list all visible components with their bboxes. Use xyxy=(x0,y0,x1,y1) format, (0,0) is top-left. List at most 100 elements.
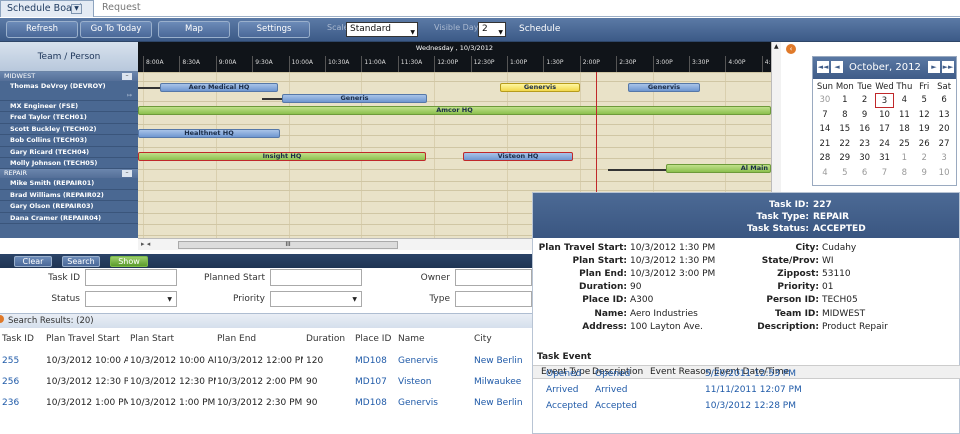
calendar-day[interactable]: 20 xyxy=(934,122,954,137)
results-col-header[interactable]: City xyxy=(474,331,492,347)
collapse-calendar-icon[interactable]: ‹ xyxy=(786,44,796,54)
event-col-reason[interactable]: Event Reason xyxy=(650,366,711,379)
calendar-day[interactable]: 5 xyxy=(835,166,855,181)
priority-select[interactable]: ▼ xyxy=(270,291,362,307)
next-month-icon[interactable]: ► xyxy=(928,61,940,73)
event-bar[interactable]: Generis xyxy=(282,94,427,103)
tab-request[interactable]: Request xyxy=(96,0,147,17)
group-row[interactable]: MIDWEST – xyxy=(0,72,138,81)
planned-start-input[interactable] xyxy=(270,269,362,286)
results-cell[interactable]: MD107 xyxy=(355,376,395,388)
calendar-day[interactable]: 25 xyxy=(894,137,914,152)
calendar-day[interactable]: 16 xyxy=(855,122,875,137)
show-button[interactable]: Show xyxy=(110,256,148,267)
scroll-thumb[interactable]: III xyxy=(178,241,398,249)
calendar-day[interactable]: 19 xyxy=(914,122,934,137)
calendar-day[interactable]: 22 xyxy=(835,137,855,152)
task-id-input[interactable] xyxy=(85,269,177,286)
calendar-day[interactable]: 7 xyxy=(875,166,895,181)
clear-button[interactable]: Clear xyxy=(14,256,52,267)
calendar-day[interactable]: 21 xyxy=(815,137,835,152)
person-row[interactable]: Gary Olson (REPAIR03) xyxy=(0,201,138,213)
person-row[interactable]: Thomas DeVroy (DEVROY) ↦ xyxy=(0,81,138,101)
visible-days-select[interactable]: 2 ▼ xyxy=(478,22,506,37)
calendar-day[interactable]: 10 xyxy=(934,166,954,181)
results-cell[interactable]: New Berlin xyxy=(474,355,532,367)
event-bar[interactable]: Visteon HQ xyxy=(463,152,573,161)
group-row[interactable]: REPAIR – xyxy=(0,169,138,179)
scroll-left-icon[interactable]: ▸ ◂ xyxy=(141,240,150,248)
results-col-header[interactable]: Plan End xyxy=(217,331,256,347)
calendar-day[interactable]: 29 xyxy=(835,151,855,166)
calendar-day[interactable]: 28 xyxy=(815,151,835,166)
results-cell[interactable]: Genervis xyxy=(398,355,470,367)
calendar-day[interactable]: 17 xyxy=(875,122,895,137)
calendar-day[interactable]: 2 xyxy=(855,93,875,108)
event-bar[interactable]: Genervis xyxy=(500,83,580,92)
refresh-button[interactable]: Refresh xyxy=(6,21,78,38)
calendar-day[interactable]: 14 xyxy=(815,122,835,137)
event-bar[interactable]: Healthnet HQ xyxy=(138,129,280,138)
person-row[interactable]: MX Engineer (FSE) xyxy=(0,101,138,113)
results-col-header[interactable]: Plan Start xyxy=(130,331,174,347)
calendar-day[interactable]: 15 xyxy=(835,122,855,137)
calendar-day[interactable]: 23 xyxy=(855,137,875,152)
results-cell[interactable]: 236 xyxy=(2,397,42,409)
results-col-header[interactable]: Task ID xyxy=(2,331,34,347)
person-row[interactable]: Bob Collins (TECH03) xyxy=(0,135,138,147)
event-bar[interactable]: Al Main xyxy=(666,164,771,173)
map-button[interactable]: Map xyxy=(158,21,230,38)
owner-input[interactable] xyxy=(455,269,532,286)
person-row[interactable]: Mike Smith (REPAIR01) xyxy=(0,178,138,190)
scroll-up-icon[interactable]: ▲ xyxy=(774,43,779,50)
results-cell[interactable]: Genervis xyxy=(398,397,470,409)
scale-select[interactable]: Standard ▼ xyxy=(346,22,418,37)
results-cell[interactable]: Visteon xyxy=(398,376,470,388)
event-bar[interactable]: Genervis xyxy=(628,83,700,92)
calendar-day[interactable]: 12 xyxy=(914,108,934,123)
calendar-day[interactable]: 30 xyxy=(815,93,835,108)
type-select[interactable] xyxy=(455,291,532,307)
calendar-day[interactable]: 2 xyxy=(914,151,934,166)
event-bar[interactable]: Amcor HQ xyxy=(138,106,771,115)
calendar-day[interactable]: 11 xyxy=(894,108,914,123)
status-select[interactable]: ▼ xyxy=(85,291,177,307)
results-cell[interactable]: MD108 xyxy=(355,355,395,367)
calendar-day[interactable]: 7 xyxy=(815,108,835,123)
calendar-day[interactable]: 3 xyxy=(934,151,954,166)
calendar-day[interactable]: 24 xyxy=(875,137,895,152)
calendar-day[interactable]: 18 xyxy=(894,122,914,137)
calendar-day[interactable]: 6 xyxy=(934,93,954,108)
calendar-day[interactable]: 3 xyxy=(874,93,895,108)
calendar-day[interactable]: 5 xyxy=(914,93,934,108)
calendar-day[interactable]: 6 xyxy=(855,166,875,181)
calendar-day[interactable]: 10 xyxy=(875,108,895,123)
results-cell[interactable]: 256 xyxy=(2,376,42,388)
calendar-day[interactable]: 27 xyxy=(934,137,954,152)
results-cell[interactable]: Milwaukee xyxy=(474,376,532,388)
results-cell[interactable]: MD108 xyxy=(355,397,395,409)
person-row[interactable]: Gary Ricard (TECH04) xyxy=(0,147,138,158)
calendar-day[interactable]: 9 xyxy=(914,166,934,181)
next-year-icon[interactable]: ►► xyxy=(942,61,954,73)
calendar-day[interactable]: 1 xyxy=(894,151,914,166)
calendar-day[interactable]: 31 xyxy=(875,151,895,166)
results-col-header[interactable]: Plan Travel Start xyxy=(46,331,120,347)
calendar-day[interactable]: 8 xyxy=(894,166,914,181)
collapse-icon[interactable]: – xyxy=(122,73,132,80)
prev-year-icon[interactable]: ◄◄ xyxy=(817,61,829,73)
calendar-day[interactable]: 8 xyxy=(835,108,855,123)
tab-schedule-board[interactable]: Schedule Board ▼ xyxy=(0,0,94,17)
calendar-day[interactable]: 26 xyxy=(914,137,934,152)
search-button[interactable]: Search xyxy=(62,256,100,267)
results-col-header[interactable]: Place ID xyxy=(355,331,391,347)
calendar-day[interactable]: 30 xyxy=(855,151,875,166)
calendar-day[interactable]: 4 xyxy=(815,166,835,181)
collapse-icon[interactable]: – xyxy=(122,170,132,178)
results-col-header[interactable]: Name xyxy=(398,331,425,347)
calendar-day[interactable]: 9 xyxy=(855,108,875,123)
event-bar[interactable]: Insight HQ xyxy=(138,152,426,161)
person-row[interactable]: Fred Taylor (TECH01) xyxy=(0,112,138,124)
calendar-day[interactable]: 1 xyxy=(835,93,855,108)
event-bar[interactable]: Aero Medical HQ xyxy=(160,83,278,92)
